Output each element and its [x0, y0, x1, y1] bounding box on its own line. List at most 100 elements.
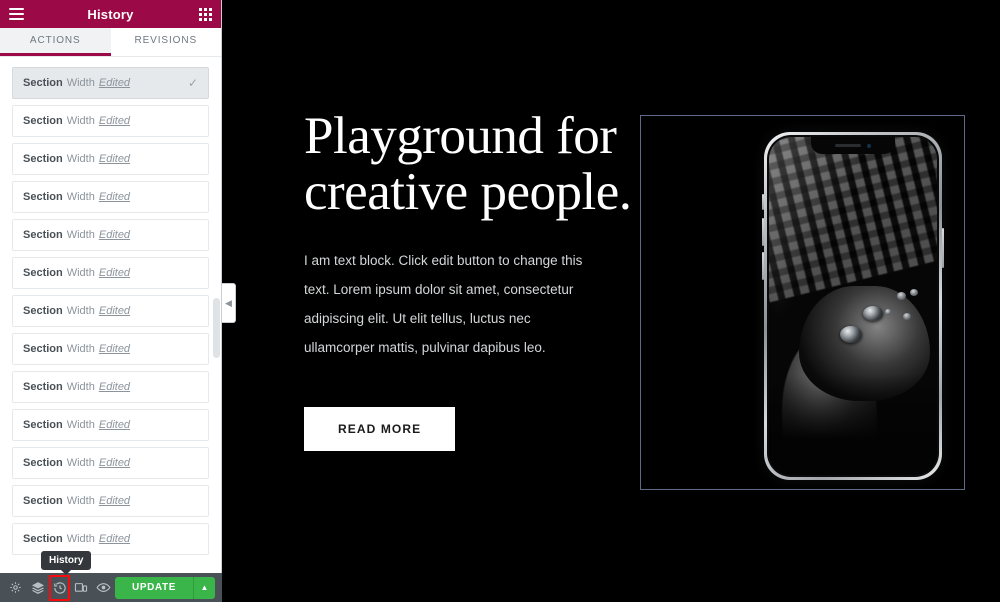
screen-vignette	[769, 373, 937, 475]
history-item-property: Width	[66, 229, 95, 241]
page-title: Playground for creative people.	[304, 107, 632, 221]
history-item-property: Width	[66, 267, 95, 279]
history-item-action: Edited	[98, 229, 131, 241]
grid-apps-icon	[198, 7, 212, 21]
history-item-type: Section	[23, 115, 63, 127]
phone-power-button	[942, 228, 944, 268]
history-tooltip: History	[41, 551, 92, 575]
history-item-type: Section	[23, 267, 63, 279]
history-item-type: Section	[23, 381, 63, 393]
history-item-action: Edited	[98, 153, 131, 165]
update-button[interactable]: UPDATE	[115, 576, 193, 599]
history-item-type: Section	[23, 153, 63, 165]
history-item-type: Section	[23, 305, 63, 317]
chevron-up-icon: ▲	[200, 583, 209, 592]
history-item[interactable]: Section Width Edited	[12, 219, 209, 251]
history-item[interactable]: Section Width Edited	[12, 181, 209, 213]
phone-mockup[interactable]	[762, 132, 944, 480]
history-item-action: Edited	[98, 495, 131, 507]
history-item-property: Width	[66, 305, 95, 317]
history-item[interactable]: Section Width Edited	[12, 257, 209, 289]
settings-button[interactable]	[4, 573, 26, 602]
history-item-type: Section	[23, 343, 63, 355]
history-item[interactable]: Section Width Edited	[12, 485, 209, 517]
panel-scrollbar[interactable]	[213, 58, 220, 573]
phone-volume-down-button	[762, 252, 764, 280]
history-item-property: Width	[66, 381, 95, 393]
history-item-property: Width	[66, 495, 95, 507]
gear-icon	[9, 582, 21, 593]
panel-header: History	[0, 0, 221, 28]
hero-paragraph: I am text block. Click edit button to ch…	[304, 253, 583, 355]
editor-panel: History ACTIONS REVISIONS Section Width Ed…	[0, 0, 222, 602]
history-item-action: Edited	[98, 533, 131, 545]
history-item-type: Section	[23, 229, 63, 241]
history-item[interactable]: Section Width Edited	[12, 447, 209, 479]
hamburger-icon	[8, 8, 24, 20]
elementor-editor: History ACTIONS REVISIONS Section Width Ed…	[0, 0, 1000, 602]
history-item[interactable]: Section Width Edited	[12, 143, 209, 175]
panel-menu-button[interactable]	[0, 0, 32, 28]
history-item-action: Edited	[98, 419, 131, 431]
read-more-button[interactable]: READ MORE	[304, 407, 456, 451]
history-item-property: Width	[66, 457, 95, 469]
history-item-type: Section	[23, 457, 63, 469]
history-item-property: Width	[66, 419, 95, 431]
history-item[interactable]: Section Width Edited	[12, 371, 209, 403]
panel-title: History	[87, 6, 134, 22]
tab-revisions[interactable]: REVISIONS	[110, 28, 221, 56]
history-item-type: Section	[23, 495, 63, 507]
phone-frame-inner	[767, 135, 939, 477]
responsive-devices-icon	[75, 582, 88, 592]
speaker-grille-icon	[835, 144, 861, 147]
history-item-type: Section	[23, 191, 63, 203]
chevron-left-icon: ◀	[225, 297, 232, 308]
controller-stick-left	[839, 326, 862, 344]
history-item[interactable]: Section Width Edited	[12, 333, 209, 365]
layers-icon	[31, 581, 44, 594]
history-item-action: Edited	[98, 267, 131, 279]
check-icon: ✓	[187, 76, 198, 90]
history-item-action: Edited	[98, 343, 131, 355]
text-column[interactable]: Playground for creative people. I am tex…	[222, 0, 640, 602]
panel-apps-button[interactable]	[189, 0, 221, 28]
history-item[interactable]: Section Width Edited	[12, 409, 209, 441]
tab-actions[interactable]: ACTIONS	[0, 28, 111, 56]
history-item-action: Edited	[98, 381, 131, 393]
navigator-button[interactable]	[26, 573, 48, 602]
history-item-property: Width	[66, 343, 95, 355]
history-list[interactable]: Section Width Edited ✓ Section Width Edited Sec…	[0, 57, 221, 602]
history-item-property: Width	[66, 191, 95, 203]
phone-notch	[811, 137, 895, 154]
history-item-property: Width	[66, 153, 95, 165]
front-camera-icon	[867, 143, 871, 148]
eye-icon	[96, 583, 111, 592]
history-button[interactable]	[48, 574, 71, 601]
phone-mute-switch	[762, 194, 764, 210]
history-item-property: Width	[66, 77, 95, 89]
history-item-action: Edited	[98, 457, 131, 469]
update-options-button[interactable]: ▲	[193, 576, 215, 599]
history-item-action: Edited	[98, 191, 131, 203]
panel-tabs: ACTIONS REVISIONS	[0, 28, 221, 57]
history-item[interactable]: Section Width Edited	[12, 523, 209, 555]
panel-collapse-handle[interactable]: ◀	[222, 283, 236, 323]
history-item-action: Edited	[98, 77, 131, 89]
history-item[interactable]: Section Width Edited ✓	[12, 67, 209, 99]
responsive-mode-button[interactable]	[70, 573, 92, 602]
history-item-type: Section	[23, 533, 63, 545]
history-item[interactable]: Section Width Edited	[12, 105, 209, 137]
editor-canvas[interactable]: Playground for creative people. I am tex…	[222, 0, 1000, 602]
phone-volume-up-button	[762, 218, 764, 246]
history-item-property: Width	[66, 533, 95, 545]
controller-stick-right	[863, 306, 884, 321]
history-item-action: Edited	[98, 305, 131, 317]
history-item[interactable]: Section Width Edited	[12, 295, 209, 327]
history-item-type: Section	[23, 419, 63, 431]
update-button-group: UPDATE ▲	[115, 576, 215, 599]
preview-button[interactable]	[93, 573, 115, 602]
history-item-property: Width	[66, 115, 95, 127]
history-item-action: Edited	[98, 115, 131, 127]
scrollbar-thumb[interactable]	[213, 298, 220, 358]
controller-button-b	[910, 289, 919, 297]
